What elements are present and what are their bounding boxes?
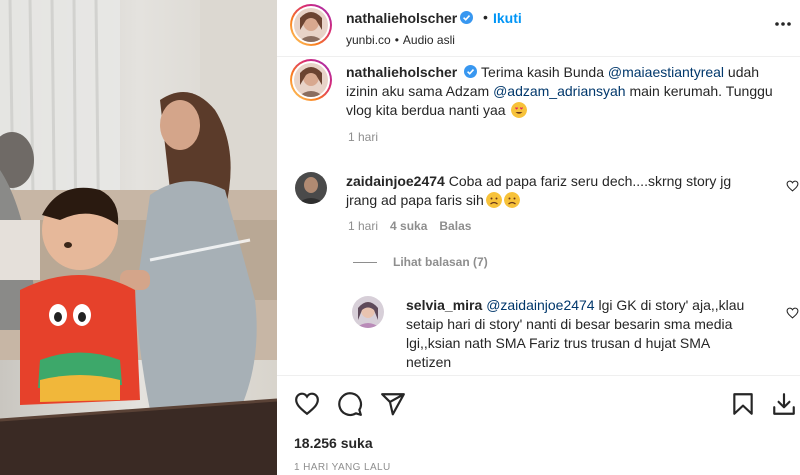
- post-date[interactable]: 1 HARI YANG LALU: [294, 462, 391, 473]
- replies-divider: [353, 262, 377, 263]
- share-icon[interactable]: [380, 391, 406, 417]
- comment-icon[interactable]: [337, 391, 363, 417]
- comment-text: zaidainjoe2474 Coba ad papa fariz seru d…: [346, 173, 732, 208]
- comments-list[interactable]: nathalieholscher Terima kasih Bunda @mai…: [277, 57, 800, 375]
- caption-meta: 1 hari: [348, 130, 390, 144]
- location-link[interactable]: yunbi.co: [346, 33, 391, 47]
- sad-face-emoji-icon: [503, 192, 520, 208]
- caption-username[interactable]: nathalieholscher: [346, 64, 457, 80]
- caption-avatar[interactable]: [290, 59, 332, 101]
- heart-icon[interactable]: [294, 391, 320, 417]
- verified-badge-icon: [464, 65, 478, 78]
- post-header: nathalieholscher • Ikuti yunbi.co • Audio …: [277, 0, 800, 57]
- follow-button[interactable]: Ikuti: [493, 10, 522, 26]
- mention-link[interactable]: @maiaestiantyreal: [608, 64, 724, 80]
- comment-like-heart-icon[interactable]: [786, 180, 799, 192]
- view-replies-button[interactable]: Lihat balasan (7): [353, 255, 488, 269]
- header-subline: yunbi.co • Audio asli: [346, 33, 455, 47]
- mention-link[interactable]: @zaidainjoe2474: [486, 297, 594, 313]
- download-icon[interactable]: [771, 391, 797, 417]
- more-options-icon[interactable]: [774, 21, 792, 27]
- post-actions: 18.256 suka 1 HARI YANG LALU: [277, 375, 800, 475]
- reply-like-heart-icon[interactable]: [786, 307, 799, 319]
- comment-meta: 1 hari 4 suka Balas: [348, 219, 483, 233]
- author-username-row[interactable]: nathalieholscher: [346, 10, 474, 26]
- post-media-video[interactable]: [0, 0, 277, 475]
- likes-count[interactable]: 18.256 suka: [294, 435, 373, 451]
- reply-button[interactable]: Balas: [439, 219, 471, 233]
- post-panel: nathalieholscher • Ikuti yunbi.co • Audio …: [277, 0, 800, 475]
- commenter-avatar[interactable]: [295, 172, 327, 204]
- caption-time[interactable]: 1 hari: [348, 130, 378, 144]
- author-username[interactable]: nathalieholscher: [346, 10, 457, 26]
- audio-link[interactable]: Audio asli: [403, 33, 455, 47]
- bookmark-icon[interactable]: [730, 391, 756, 417]
- heart-eyes-emoji-icon: [511, 102, 528, 118]
- sad-face-emoji-icon: [485, 192, 502, 208]
- reply-text: selvia_mira @zaidainjoe2474 lgi GK di st…: [406, 297, 745, 370]
- reply-username[interactable]: selvia_mira: [406, 297, 482, 313]
- author-avatar[interactable]: [290, 4, 332, 46]
- header-separator-dot: •: [483, 9, 488, 25]
- mention-link[interactable]: @adzam_adriansyah: [493, 83, 626, 99]
- comment-time[interactable]: 1 hari: [348, 219, 378, 233]
- comment-likes[interactable]: 4 suka: [390, 219, 427, 233]
- commenter-username[interactable]: zaidainjoe2474: [346, 173, 445, 189]
- reply-avatar[interactable]: [352, 296, 384, 328]
- verified-badge-icon: [460, 11, 474, 24]
- caption-text: nathalieholscher Terima kasih Bunda @mai…: [346, 64, 773, 118]
- video-frame-image: [0, 0, 277, 475]
